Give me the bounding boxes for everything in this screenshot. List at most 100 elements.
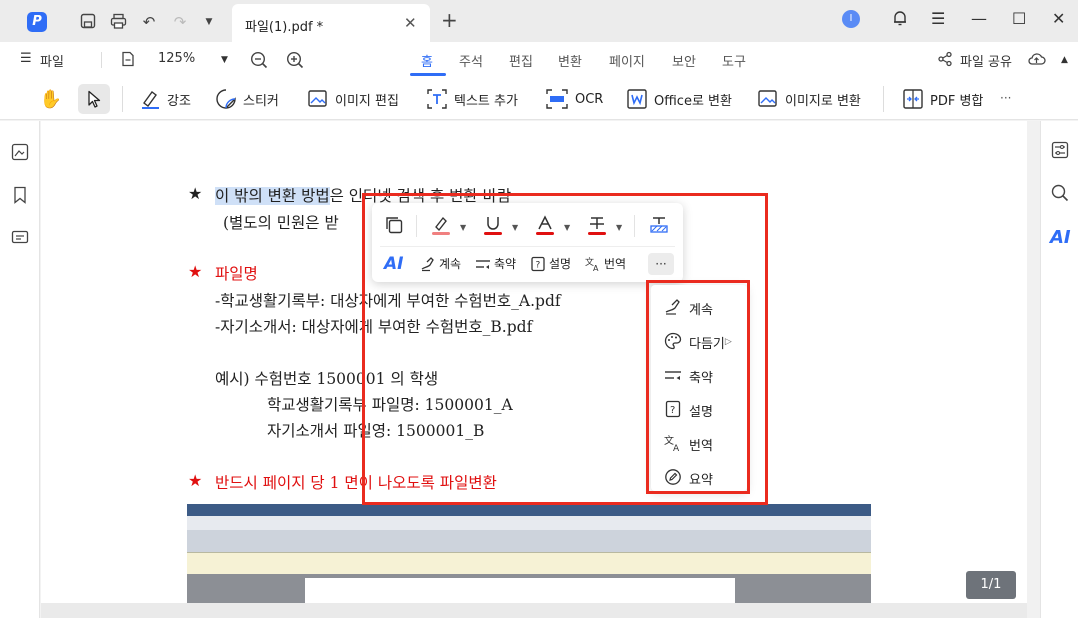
floating-toolbar: ▼ ▼ ▼ ▼ AI 계속 축약 ? 설명 文A 번역 ··· [372, 203, 683, 282]
ocr-label: OCR [575, 91, 604, 107]
highlighter-icon[interactable] [430, 214, 452, 236]
document-tab[interactable]: 파일(1).pdf * ✕ [232, 4, 430, 42]
to-image-label: 이미지로 변환 [785, 93, 861, 109]
star-bullet: ★ [188, 184, 203, 203]
embedded-screenshot [187, 504, 871, 603]
shorten-icon [476, 259, 490, 269]
star-bullet: ★ [188, 262, 203, 281]
doc-heading-filename: 파일명 [215, 265, 258, 283]
svg-text:A: A [593, 264, 599, 272]
summarize-button[interactable]: 축약 [475, 255, 516, 272]
hamburger-icon[interactable]: ☰ [20, 51, 32, 66]
sticker-button[interactable]: 스티커 [215, 86, 279, 112]
maximize-icon[interactable]: ☐ [1012, 9, 1026, 29]
highlighter-icon [142, 91, 159, 109]
search-icon[interactable] [1050, 184, 1070, 204]
save-icon[interactable] [79, 13, 97, 31]
properties-icon[interactable] [1050, 141, 1070, 161]
highlight-frame-dropdown [646, 280, 750, 494]
explain-button[interactable]: ? 설명 [530, 255, 571, 272]
avatar[interactable]: I [842, 10, 860, 28]
svg-text:?: ? [536, 260, 541, 270]
redo-icon[interactable]: ↷ [171, 13, 189, 31]
ribbon-tabs-row: ☰ 파일 125% ▼ 홈 주석 편집 변환 페이지 보안 도구 파일 공유 ▲ [0, 42, 1078, 78]
select-tool-icon[interactable] [78, 84, 110, 114]
tab-edit[interactable]: 편집 [509, 51, 533, 70]
zoom-out-icon[interactable] [250, 51, 268, 73]
tab-convert[interactable]: 변환 [558, 51, 582, 70]
chevron-down-icon[interactable]: ▼ [512, 223, 518, 232]
edit-image-button[interactable]: 이미지 편집 [307, 86, 399, 112]
menu-icon[interactable]: ☰ [931, 9, 945, 29]
translate-button[interactable]: 文A 번역 [585, 255, 626, 272]
zoom-in-icon[interactable] [286, 51, 304, 73]
app-logo-icon[interactable]: P [27, 12, 47, 32]
minimize-icon[interactable]: — [971, 9, 987, 29]
tab-home[interactable]: 홈 [421, 51, 433, 70]
text-selection[interactable]: 이 밖의 변환 방법 [215, 187, 330, 205]
print-icon[interactable] [109, 13, 127, 31]
chevron-down-icon[interactable]: ▼ [564, 223, 570, 232]
more-options-button[interactable]: ··· [648, 253, 674, 275]
left-sidebar [0, 121, 40, 618]
page-view-icon[interactable] [121, 51, 135, 71]
sticker-icon [216, 89, 236, 109]
divider [101, 52, 102, 68]
tab-comment[interactable]: 주석 [459, 51, 483, 70]
add-text-button[interactable]: 텍스트 추가 [426, 86, 518, 112]
text-color-icon[interactable] [534, 214, 556, 236]
pen-icon [421, 256, 434, 271]
comment-icon[interactable] [10, 230, 30, 250]
image-convert-icon [758, 90, 777, 107]
zoom-level[interactable]: 125% [158, 51, 195, 66]
new-tab-icon[interactable]: + [441, 10, 458, 30]
merge-pdf-label: PDF 병합 [930, 93, 984, 109]
squiggly-icon[interactable] [648, 214, 670, 236]
tab-protect[interactable]: 보안 [672, 51, 696, 70]
thumbnail-icon[interactable] [10, 143, 30, 163]
right-sidebar: AI [1040, 121, 1078, 618]
copy-icon[interactable] [384, 215, 406, 237]
vertical-scrollbar[interactable] [1027, 121, 1040, 618]
cloud-upload-icon[interactable] [1027, 51, 1046, 71]
collapse-ribbon-icon[interactable]: ▲ [1061, 55, 1068, 65]
add-text-label: 텍스트 추가 [454, 93, 518, 109]
to-office-label: Office로 변환 [654, 93, 732, 109]
bell-icon[interactable] [892, 9, 908, 32]
bookmark-icon[interactable] [10, 186, 30, 206]
file-menu[interactable]: 파일 [40, 51, 64, 70]
ocr-button[interactable]: OCR [545, 86, 603, 112]
to-office-button[interactable]: Office로 변환 [626, 86, 732, 112]
close-window-icon[interactable]: ✕ [1052, 9, 1065, 29]
ocr-icon [546, 89, 568, 109]
customize-dropdown-icon[interactable]: ▼ [200, 13, 218, 31]
active-tab-indicator [410, 73, 446, 76]
merge-icon [903, 89, 923, 109]
close-tab-icon[interactable]: ✕ [404, 14, 417, 32]
merge-pdf-button[interactable]: PDF 병합 [902, 86, 983, 112]
share-icon[interactable] [937, 51, 953, 71]
edit-image-label: 이미지 편집 [335, 93, 399, 109]
more-tools-icon[interactable]: ··· [1000, 91, 1011, 105]
page-indicator[interactable]: 1/1 [966, 571, 1016, 599]
ai-assistant-icon[interactable]: AI [1050, 228, 1071, 248]
tab-tools[interactable]: 도구 [722, 51, 746, 70]
zoom-dropdown-icon[interactable]: ▼ [221, 55, 228, 65]
ai-icon[interactable]: AI [384, 254, 403, 274]
horizontal-scrollbar[interactable] [41, 603, 1027, 618]
underline-icon[interactable] [482, 214, 504, 236]
highlight-button[interactable]: 강조 [139, 86, 191, 112]
tab-page[interactable]: 페이지 [609, 51, 645, 70]
to-image-button[interactable]: 이미지로 변환 [757, 86, 861, 112]
tab-title: 파일(1).pdf * [245, 20, 324, 35]
share-file-button[interactable]: 파일 공유 [960, 51, 1012, 70]
highlight-label: 강조 [167, 93, 191, 109]
title-bar: P ↶ ↷ ▼ 파일(1).pdf * ✕ + I ☰ — ☐ ✕ [0, 0, 1078, 42]
chevron-down-icon[interactable]: ▼ [460, 223, 466, 232]
continue-button[interactable]: 계속 [420, 255, 461, 272]
undo-icon[interactable]: ↶ [140, 13, 158, 31]
strikethrough-icon[interactable] [586, 214, 608, 236]
chevron-down-icon[interactable]: ▼ [616, 223, 622, 232]
word-doc-icon [627, 89, 647, 109]
hand-tool-icon[interactable]: ✋ [37, 86, 65, 114]
